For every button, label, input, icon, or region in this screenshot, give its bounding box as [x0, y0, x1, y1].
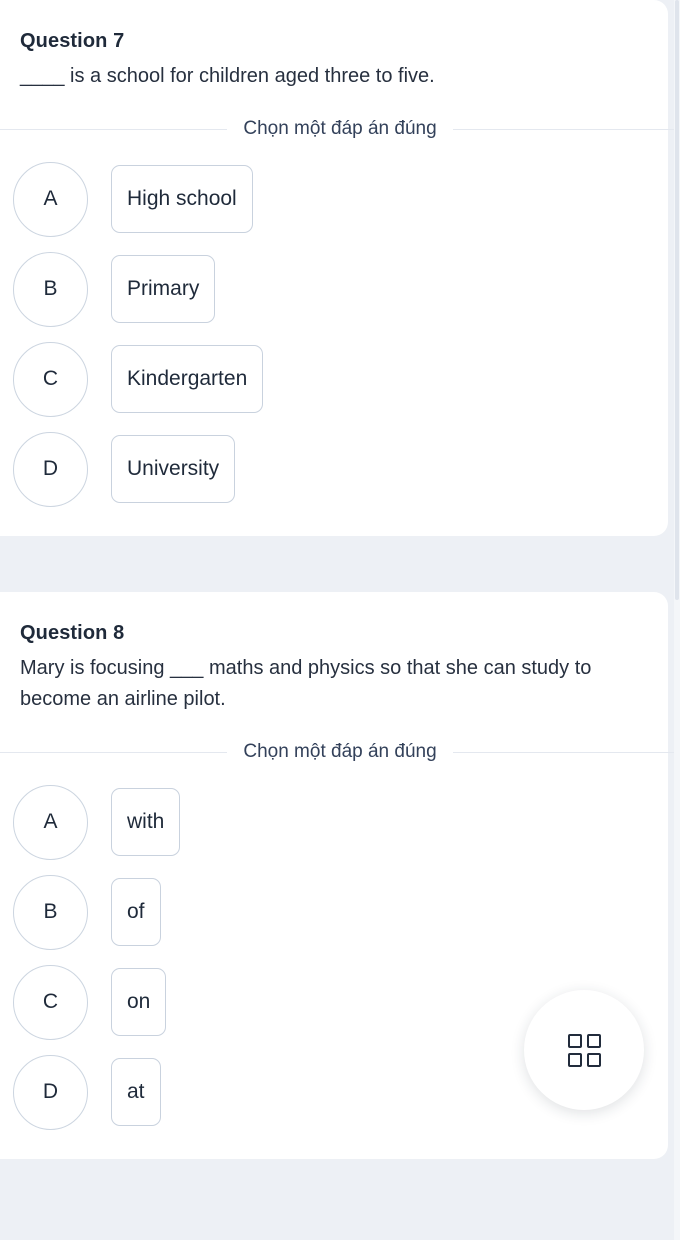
grid-square-top-left — [567, 1033, 582, 1048]
question-card-7: Question 7 ____ is a school for children… — [0, 0, 680, 536]
question-7-number: Question 7 — [20, 30, 125, 52]
option-text-d[interactable]: University — [111, 435, 236, 503]
option-row-b[interactable]: B Primary — [0, 244, 668, 334]
grid-square-top-right — [586, 1033, 601, 1048]
question-navigator-button[interactable] — [524, 990, 644, 1110]
divider-line-right — [452, 128, 680, 130]
option-letter-c[interactable]: C — [13, 964, 88, 1040]
question-8-number: Question 8 — [20, 622, 125, 644]
grid-square-bottom-right — [586, 1052, 601, 1067]
question-7-prompt: ____ is a school for children aged three… — [20, 65, 435, 87]
scrollbar-thumb[interactable] — [675, 0, 679, 600]
question-7-header: Question 7 ____ is a school for children… — [0, 28, 668, 92]
option-row-a[interactable]: A with — [0, 777, 668, 867]
question-8-header: Question 8 Mary is focusing ___ maths an… — [0, 620, 668, 715]
option-letter-a[interactable]: A — [13, 161, 88, 237]
option-letter-d[interactable]: D — [13, 1054, 88, 1130]
option-text-c[interactable]: on — [111, 968, 167, 1036]
option-text-b[interactable]: of — [111, 878, 161, 946]
question-8-choose-divider: Chọn một đáp án đúng — [0, 741, 680, 763]
option-text-d[interactable]: at — [111, 1058, 161, 1126]
option-row-d[interactable]: D University — [0, 424, 668, 514]
choose-one-correct-answer-label: Chọn một đáp án đúng — [243, 118, 437, 139]
option-letter-a[interactable]: A — [13, 784, 88, 860]
choose-one-correct-answer-label: Chọn một đáp án đúng — [243, 741, 437, 762]
grid-2x2-icon — [567, 1033, 601, 1067]
quiz-screen: Question 7 ____ is a school for children… — [0, 0, 680, 1240]
divider-line-left — [0, 751, 228, 753]
question-7-options: A High school B Primary C Kindergarten D… — [0, 140, 668, 514]
option-text-b[interactable]: Primary — [111, 255, 216, 323]
option-letter-d[interactable]: D — [13, 431, 88, 507]
question-7-choose-divider: Chọn một đáp án đúng — [0, 118, 680, 140]
option-row-b[interactable]: B of — [0, 867, 668, 957]
option-row-c[interactable]: C Kindergarten — [0, 334, 668, 424]
option-text-c[interactable]: Kindergarten — [111, 345, 264, 413]
option-letter-b[interactable]: B — [13, 874, 88, 950]
option-row-a[interactable]: A High school — [0, 154, 668, 244]
option-letter-c[interactable]: C — [13, 341, 88, 417]
grid-square-bottom-left — [567, 1052, 582, 1067]
option-text-a[interactable]: High school — [111, 165, 253, 233]
option-letter-b[interactable]: B — [13, 251, 88, 327]
option-text-a[interactable]: with — [111, 788, 181, 856]
divider-line-left — [0, 128, 228, 130]
card-separator — [0, 536, 680, 592]
divider-line-right — [452, 751, 680, 753]
question-8-prompt: Mary is focusing ___ maths and physics s… — [20, 657, 592, 710]
